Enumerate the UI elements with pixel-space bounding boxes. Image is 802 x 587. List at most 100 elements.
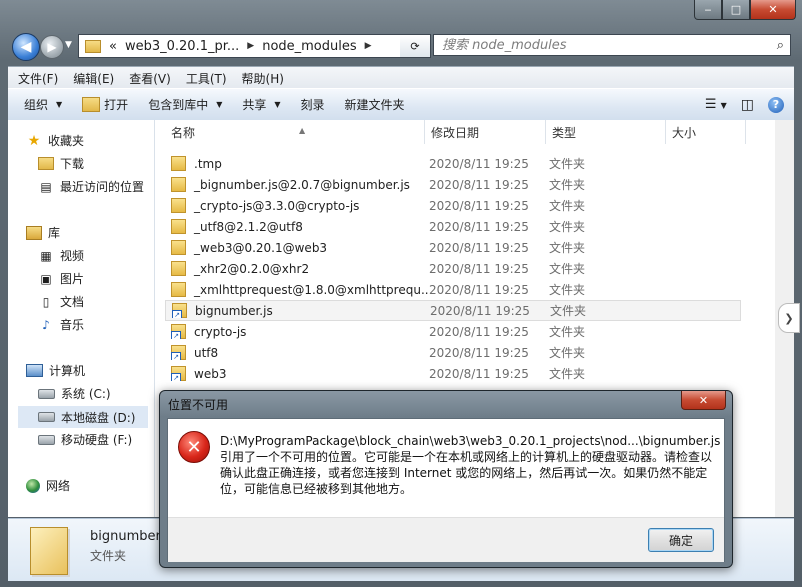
table-row[interactable]: _bignumber.js@2.0.7@bignumber.js 2020/8/… [165,174,741,195]
picture-icon: ▣ [40,271,52,286]
dialog-message-area: ✕ D:\MyProgramPackage\block_chain\web3\w… [168,419,724,517]
column-header-type[interactable]: 类型 [546,120,666,144]
address-overflow[interactable]: « [105,39,121,54]
minimize-button[interactable]: ‒ [694,0,722,20]
table-row[interactable]: _xhr2@0.2.0@xhr2 2020/8/11 19:25 文件夹 [165,258,741,279]
sidebar-item-recent[interactable]: ▤ 最近访问的位置 [38,178,144,195]
menu-edit[interactable]: 编辑(E) [63,70,119,87]
help-icon[interactable]: ? [768,96,784,113]
command-bar: 组织 ▼ 打开 包含到库中 ▼ 共享 ▼ 刻录 新建文件夹 ☰ ▼ ◫ ? [8,88,794,121]
folder-icon [171,282,186,297]
video-icon: ▦ [40,248,52,263]
breadcrumb-segment[interactable]: web3_0.20.1_pr... [121,39,243,54]
table-row[interactable]: _xmlhttprequest@1.8.0@xmlhttprequ... 202… [165,279,741,300]
dialog-footer: 确定 [168,517,724,562]
column-header-name[interactable]: 名称 ▲ [165,120,425,144]
forward-button[interactable]: ▶ [40,35,64,59]
recent-pages-dropdown[interactable]: ▼ [65,40,72,50]
view-controls: ☰ ▼ ◫ ? [705,96,794,113]
folder-icon [171,177,186,192]
column-header-date[interactable]: 修改日期 [425,120,546,144]
error-icon: ✕ [178,431,210,463]
folder-icon [171,219,186,234]
details-item-name: bignumber. [90,529,164,544]
table-row[interactable]: .tmp 2020/8/11 19:25 文件夹 [165,153,741,174]
folder-icon [171,198,186,213]
dialog-body: ✕ D:\MyProgramPackage\block_chain\web3\w… [167,418,725,562]
table-row[interactable]: crypto-js 2020/8/11 19:25 文件夹 [165,321,741,342]
chevron-right-icon[interactable]: ❯ [778,303,800,333]
hard-drive-icon [38,412,55,422]
search-icon[interactable]: ⌕ [777,35,784,57]
sidebar-item-favorites[interactable]: ★ 收藏夹 [26,132,84,149]
include-library-button[interactable]: 包含到库中 ▼ [138,96,232,113]
refresh-button[interactable]: ⟳ [400,34,431,58]
menu-bar: 文件(F) 编辑(E) 查看(V) 工具(T) 帮助(H) [8,66,794,89]
downloads-folder-icon [38,157,54,170]
caption-buttons: ‒ □ ✕ [694,0,796,20]
open-folder-icon [82,97,101,112]
sidebar-item-network[interactable]: 网络 [26,477,70,494]
chevron-right-icon[interactable]: ▶ [361,41,376,51]
table-row[interactable]: _web3@0.20.1@web3 2020/8/11 19:25 文件夹 [165,237,741,258]
folder-shortcut-icon [171,324,186,339]
dialog-close-button[interactable]: ✕ [681,391,726,410]
new-folder-button[interactable]: 新建文件夹 [335,96,415,113]
removable-drive-icon [38,434,55,445]
document-icon: ▯ [42,294,50,309]
folder-shortcut-icon [171,345,186,360]
column-header-size[interactable]: 大小 [666,120,746,144]
system-drive-icon [38,388,55,399]
dialog-title: 位置不可用 [168,398,229,412]
chevron-down-icon: ▼ [56,100,63,109]
star-icon: ★ [27,132,41,149]
sidebar-item-videos[interactable]: ▦ 视频 [38,247,84,264]
share-button[interactable]: 共享 ▼ [232,96,290,113]
view-options-icon[interactable]: ☰ ▼ [705,97,727,112]
sidebar-item-downloads[interactable]: 下载 [38,155,84,172]
sidebar-item-drive-d[interactable]: 本地磁盘 (D:) [18,406,148,428]
table-row[interactable]: _utf8@2.1.2@utf8 2020/8/11 19:25 文件夹 [165,216,741,237]
open-button[interactable]: 打开 [72,96,138,113]
computer-icon [26,364,43,377]
location-unavailable-dialog: 位置不可用 ✕ ✕ D:\MyProgramPackage\block_chai… [159,390,733,568]
sidebar-item-drive-c[interactable]: 系统 (C:) [38,385,111,402]
chevron-right-icon[interactable]: ▶ [243,41,258,51]
folder-shortcut-icon [172,303,187,318]
sidebar-item-drive-f[interactable]: 移动硬盘 (F:) [38,431,132,448]
sidebar-item-libraries[interactable]: 库 [26,224,60,241]
burn-button[interactable]: 刻录 [291,96,335,113]
maximize-button[interactable]: □ [722,0,750,20]
sort-up-icon: ▲ [299,126,306,135]
back-button[interactable]: ◀ [12,33,40,61]
music-icon: ♪ [42,317,50,332]
menu-file[interactable]: 文件(F) [8,70,63,87]
menu-tools[interactable]: 工具(T) [176,70,232,87]
table-row[interactable]: _crypto-js@3.3.0@crypto-js 2020/8/11 19:… [165,195,741,216]
organize-button[interactable]: 组织 ▼ [8,96,72,113]
folder-shortcut-icon [171,366,186,381]
folder-icon [171,156,186,171]
library-icon [26,225,42,240]
sidebar-item-pictures[interactable]: ▣ 图片 [38,270,84,287]
navigation-bar: ◀ ▶ ▼ « web3_0.20.1_pr... ▶ node_modules… [8,30,794,62]
preview-pane-icon[interactable]: ◫ [741,97,754,113]
menu-help[interactable]: 帮助(H) [232,70,289,87]
table-row-selected[interactable]: bignumber.js 2020/8/11 19:25 文件夹 [165,300,741,321]
sidebar-item-music[interactable]: ♪ 音乐 [38,316,84,333]
close-button[interactable]: ✕ [750,0,796,20]
table-row[interactable]: utf8 2020/8/11 19:25 文件夹 [165,342,741,363]
address-bar[interactable]: « web3_0.20.1_pr... ▶ node_modules ▶ [78,34,424,58]
breadcrumb-segment[interactable]: node_modules [258,39,360,54]
sidebar-item-documents[interactable]: ▯ 文档 [38,293,84,310]
folder-icon [85,39,101,53]
table-row[interactable]: web3 2020/8/11 19:25 文件夹 [165,363,741,384]
recent-places-icon: ▤ [40,179,52,194]
navigation-pane: ★ 收藏夹 下载 ▤ 最近访问的位置 库 ▦ 视频 ▣ 图片 ▯ 文档 ♪ 音乐 计算机 系… [8,120,155,517]
search-input[interactable]: 搜索 node_modules ⌕ [433,34,791,56]
details-item-type: 文件夹 [90,549,127,563]
refresh-icon: ⟳ [410,39,420,53]
sidebar-item-computer[interactable]: 计算机 [26,362,85,379]
menu-view[interactable]: 查看(V) [119,70,176,87]
ok-button[interactable]: 确定 [648,528,714,552]
